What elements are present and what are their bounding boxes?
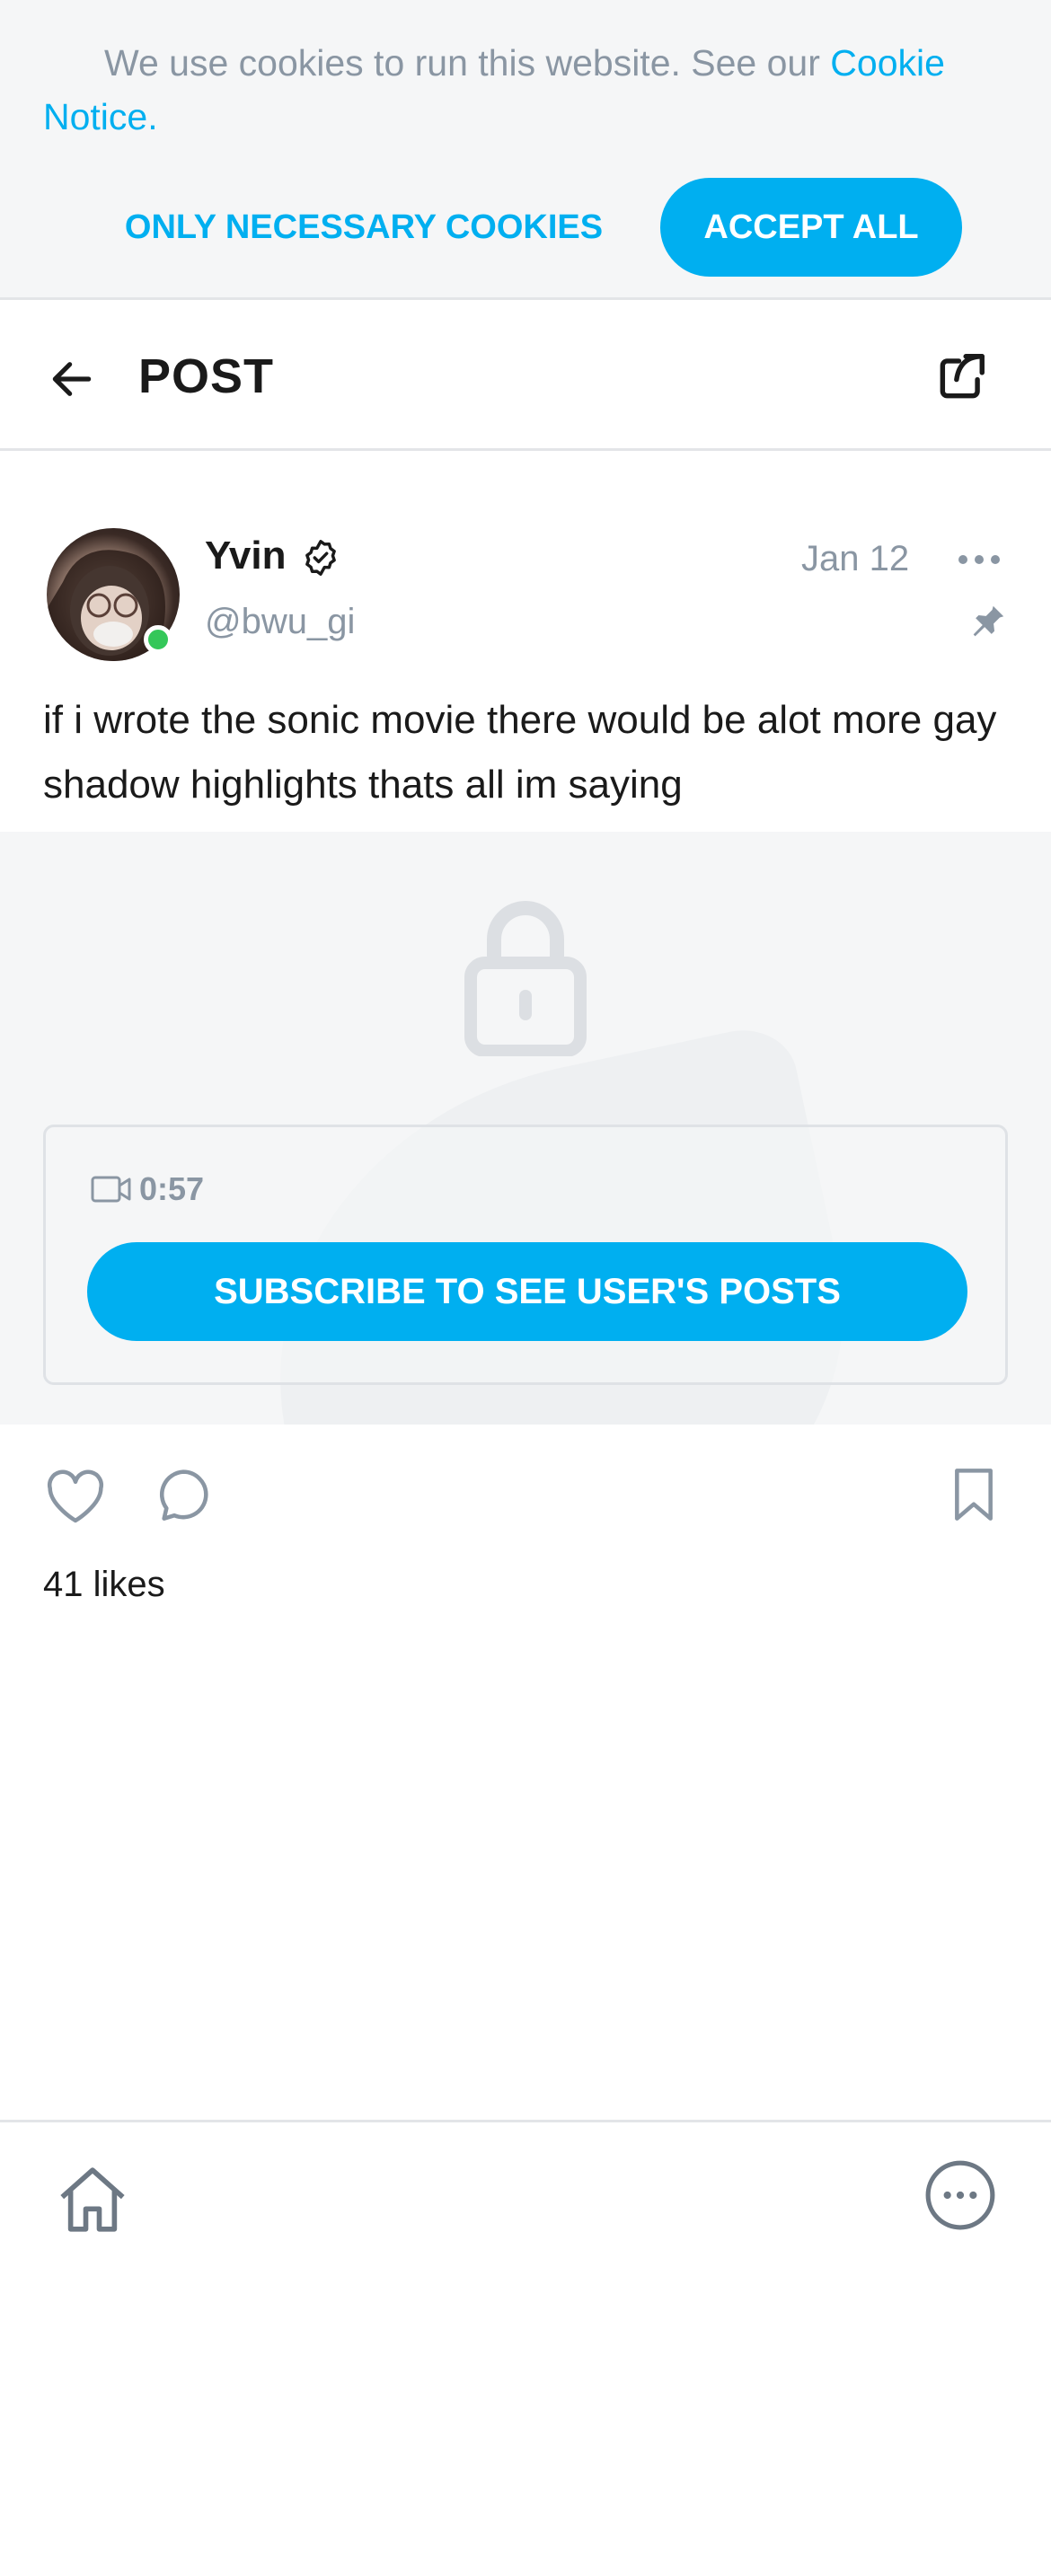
post-text: if i wrote the sonic movie there would b…: [43, 698, 997, 807]
comment-icon: [159, 1469, 208, 1521]
like-button[interactable]: [45, 1468, 106, 1525]
pin-icon: [973, 605, 1004, 637]
video-duration: 0:57: [139, 1170, 205, 1207]
author-handle[interactable]: @bwu_gi: [205, 596, 355, 647]
cookie-text: We use cookies to run this website. See …: [43, 36, 1008, 144]
author-name[interactable]: Yvin: [205, 530, 287, 582]
video-camera-icon: [91, 1176, 131, 1203]
comment-button[interactable]: [155, 1466, 212, 1523]
likes-count[interactable]: 41 likes: [43, 1559, 165, 1610]
arrow-left-icon: [52, 362, 92, 396]
bottom-navigation: [0, 2120, 1051, 2272]
share-button[interactable]: [929, 345, 994, 410]
more-dots-icon: [958, 555, 1000, 564]
subscribe-button[interactable]: SUBSCRIBE TO SEE USER'S POSTS: [87, 1242, 967, 1341]
bookmark-icon: [955, 1469, 993, 1521]
more-circle-icon: [925, 2160, 995, 2230]
online-status-indicator: [144, 625, 172, 654]
page-title: POST: [138, 349, 275, 403]
back-button[interactable]: [40, 347, 104, 411]
locked-media-card: 0:57 SUBSCRIBE TO SEE USER'S POSTS: [43, 1125, 1008, 1385]
post-date: Jan 12: [801, 539, 910, 578]
home-button[interactable]: [52, 2158, 133, 2239]
accept-all-button[interactable]: ACCEPT ALL: [660, 178, 962, 277]
heart-icon: [47, 1469, 104, 1523]
cookie-message: We use cookies to run this website. See …: [104, 42, 831, 84]
cookie-period: .: [147, 96, 158, 137]
bookmark-button[interactable]: [949, 1466, 999, 1523]
verified-badge-icon: [305, 540, 336, 576]
only-necessary-cookies-button[interactable]: ONLY NECESSARY COOKIES: [99, 178, 629, 277]
share-icon: [940, 354, 985, 399]
more-menu-button[interactable]: [923, 2158, 997, 2232]
locked-media: 0:57 SUBSCRIBE TO SEE USER'S POSTS: [0, 832, 1051, 1425]
home-icon: [60, 2167, 125, 2232]
cookie-banner: We use cookies to run this website. See …: [0, 0, 1051, 300]
post-options-button[interactable]: [954, 539, 1004, 580]
lock-icon: [464, 901, 587, 1056]
post-header: POST: [0, 300, 1051, 451]
